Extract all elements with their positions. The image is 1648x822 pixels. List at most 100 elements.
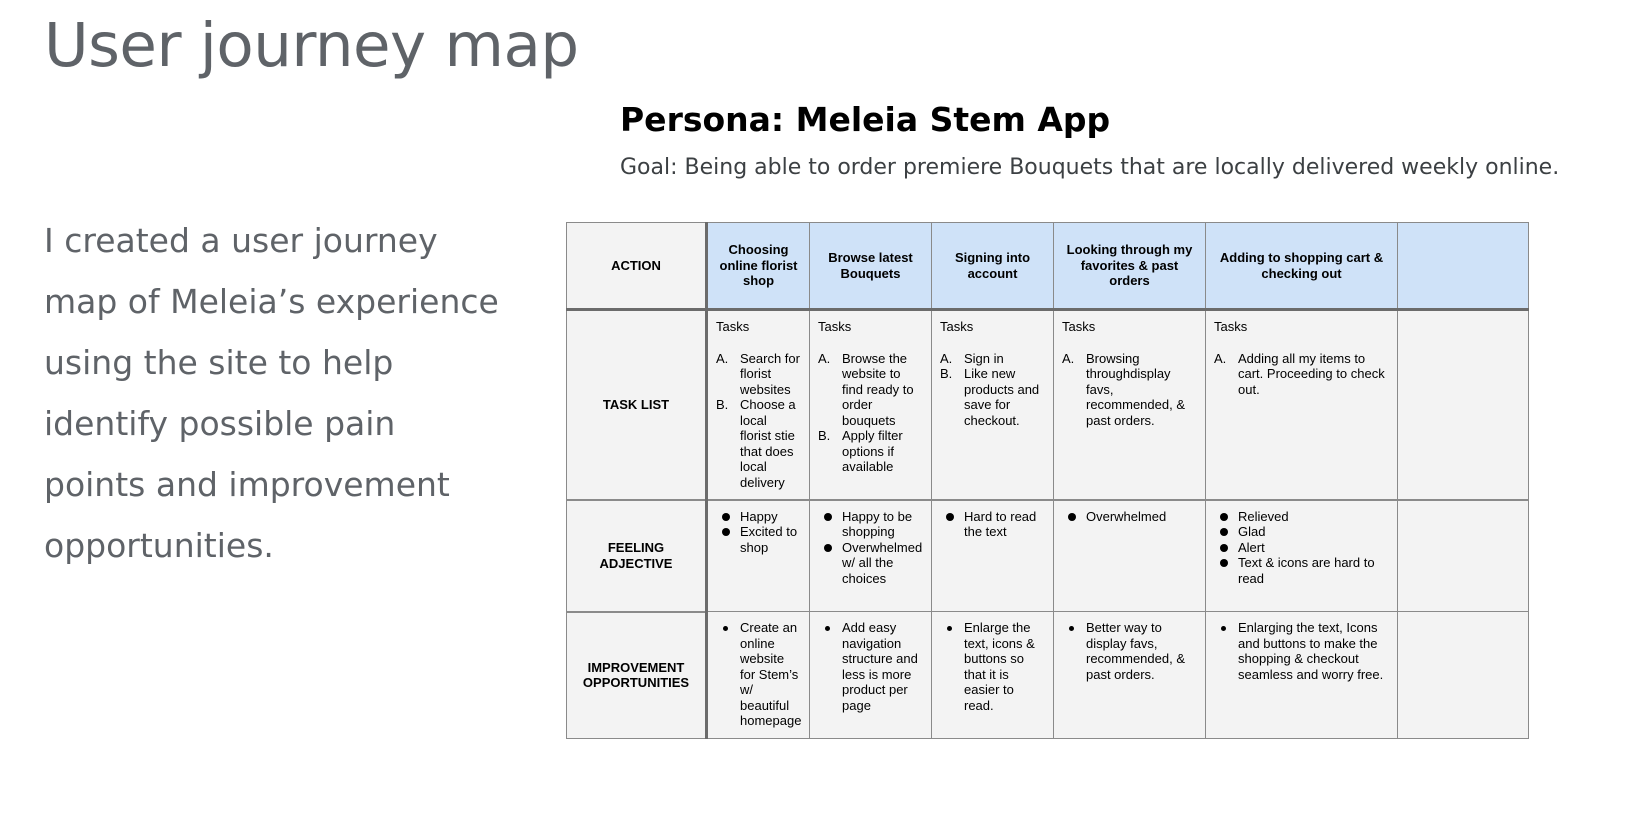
row-label-task-list: TASK LIST <box>566 309 708 501</box>
action-cell: Looking through my favorites & past orde… <box>1053 222 1206 311</box>
improvement-item: Add easy navigation structure and less i… <box>818 620 923 713</box>
task-marker: A. <box>1214 350 1227 366</box>
feeling-cell: Overwhelmed <box>1053 499 1206 612</box>
improvement-item: Better way to display favs, recommended,… <box>1062 620 1197 682</box>
journey-map-table: ACTION Choosing online florist shop Brow… <box>566 222 1529 739</box>
feeling-list: Overwhelmed <box>1062 509 1197 525</box>
feeling-item: Glad <box>1214 524 1389 540</box>
task-list: A. Browsing throughdisplay favs, recommen… <box>1062 351 1197 429</box>
task-item: A. Sign in <box>940 351 1045 367</box>
action-cell: Adding to shopping cart & checking out <box>1205 222 1398 311</box>
tasks-label: Tasks <box>818 319 852 334</box>
task-text: Adding all my items to cart. Proceeding … <box>1238 350 1385 397</box>
task-cell: Tasks A. Search for florist websites B. Ch… <box>706 309 810 501</box>
feeling-list: Hard to read the text <box>940 509 1045 540</box>
task-text: Like new products and save for checkout. <box>964 366 1040 428</box>
row-label-feeling: FEELING ADJECTIVE <box>566 499 708 613</box>
empty-task-cell <box>1397 309 1529 501</box>
empty-action-cell <box>1397 222 1529 311</box>
feeling-cell: Relieved Glad Alert Text & icons are har… <box>1205 499 1398 612</box>
improvement-list: Better way to display favs, recommended,… <box>1062 620 1197 682</box>
intro-paragraph: I created a user journey map of Meleia’s… <box>44 221 499 565</box>
task-item: A. Browse the website to find ready to or… <box>818 351 923 429</box>
action-cell: Choosing online florist shop <box>706 222 810 311</box>
action-cell: Signing into account <box>931 222 1054 311</box>
task-item: B. Like new products and save for checkou… <box>940 366 1045 428</box>
feeling-cell: Hard to read the text <box>931 499 1054 612</box>
feeling-item: Overwhelmed <box>1062 509 1197 525</box>
task-text: Apply filter options if available <box>842 428 903 474</box>
task-cell: Tasks A. Adding all my items to cart. Pro… <box>1205 309 1398 501</box>
task-list: A. Search for florist websites B. Choose a… <box>716 351 801 491</box>
improvement-cell: Add easy navigation structure and less i… <box>809 611 932 739</box>
task-item: B. Choose a local florist stie that does … <box>716 397 801 490</box>
persona-title: Persona: Meleia Stem App <box>620 100 1111 139</box>
improvement-cell: Enlarge the text, icons & buttons so tha… <box>931 611 1054 739</box>
task-marker: B. <box>818 428 831 443</box>
improvement-list: Create an online website for Stem’s w/ b… <box>716 620 801 729</box>
task-cell: Tasks A. Browsing throughdisplay favs, re… <box>1053 309 1206 501</box>
improvement-item: Create an online website for Stem’s w/ b… <box>716 620 801 729</box>
task-cell: Tasks A. Sign in B. Like new products and … <box>931 309 1054 501</box>
task-marker: B. <box>940 366 953 381</box>
row-label-action: ACTION <box>566 222 708 311</box>
improvement-cell: Enlarging the text, Icons and buttons to… <box>1205 611 1398 739</box>
feeling-item: Hard to read the text <box>940 509 1045 540</box>
feeling-item: Overwhelmed w/ all the choices <box>818 540 923 587</box>
row-label-line: OPPORTUNITIES <box>582 675 690 691</box>
task-marker: A. <box>818 350 831 366</box>
empty-improvement-cell <box>1397 611 1529 739</box>
task-text: Search for florist websites <box>740 350 800 397</box>
task-list-row: TASK LIST Tasks A. Search for florist web… <box>566 309 1529 501</box>
task-item: A. Search for florist websites <box>716 351 801 398</box>
feeling-list: Happy Excited to shop <box>716 509 801 556</box>
task-text: Sign in <box>964 350 1004 366</box>
task-marker: A. <box>1062 350 1075 366</box>
tasks-label: Tasks <box>940 319 974 334</box>
improvement-list: Enlarge the text, icons & buttons so tha… <box>940 620 1045 713</box>
task-item: A. Adding all my items to cart. Proceedin… <box>1214 351 1389 398</box>
task-item: B. Apply filter options if available <box>818 428 923 475</box>
improvement-item: Enlarging the text, Icons and buttons to… <box>1214 620 1389 682</box>
task-item: A. Browsing throughdisplay favs, recommen… <box>1062 351 1197 429</box>
persona-goal: Goal: Being able to order premiere Bouqu… <box>620 155 1560 180</box>
improvement-cell: Better way to display favs, recommended,… <box>1053 611 1206 739</box>
improvement-item: Enlarge the text, icons & buttons so tha… <box>940 620 1045 713</box>
action-row: ACTION Choosing online florist shop Brow… <box>566 222 1529 311</box>
feeling-item: Alert <box>1214 540 1389 556</box>
feeling-cell: Happy Excited to shop <box>706 499 810 612</box>
feeling-row: FEELING ADJECTIVE Happy Excited to shop … <box>566 499 1529 613</box>
tasks-label: Tasks <box>1214 319 1248 334</box>
task-marker: B. <box>716 397 729 412</box>
feeling-item: Text & icons are hard to read <box>1214 555 1389 586</box>
task-marker: A. <box>940 350 953 366</box>
task-list: A. Browse the website to find ready to or… <box>818 351 923 475</box>
task-cell: Tasks A. Browse the website to find ready… <box>809 309 932 501</box>
row-label-line: ADJECTIVE <box>599 555 673 571</box>
improvement-cell: Create an online website for Stem’s w/ b… <box>706 611 810 739</box>
improvement-list: Enlarging the text, Icons and buttons to… <box>1214 620 1389 682</box>
feeling-list: Happy to be shopping Overwhelmed w/ all … <box>818 509 923 587</box>
feeling-item: Happy to be shopping <box>818 509 923 540</box>
task-text: Browsing throughdisplay favs, recommende… <box>1086 350 1185 428</box>
action-cell: Browse latest Bouquets <box>809 222 932 311</box>
empty-feeling-cell <box>1397 499 1529 612</box>
tasks-label: Tasks <box>1062 319 1096 334</box>
feeling-list: Relieved Glad Alert Text & icons are har… <box>1214 509 1389 587</box>
feeling-item: Excited to shop <box>716 524 801 555</box>
tasks-label: Tasks <box>716 319 750 334</box>
task-list: A. Sign in B. Like new products and save f… <box>940 351 1045 429</box>
feeling-cell: Happy to be shopping Overwhelmed w/ all … <box>809 499 932 612</box>
row-label-line: FEELING <box>607 540 665 555</box>
row-label-improvement: IMPROVEMENT OPPORTUNITIES <box>566 611 708 739</box>
slide-title: User journey map <box>44 10 579 81</box>
task-marker: A. <box>716 350 729 366</box>
task-text: Browse the website to find ready to orde… <box>842 350 914 428</box>
row-label-line: IMPROVEMENT <box>587 659 685 675</box>
task-text: Choose a local florist stie that does lo… <box>740 397 796 490</box>
feeling-item: Happy <box>716 509 801 525</box>
feeling-item: Relieved <box>1214 509 1389 525</box>
improvement-row: IMPROVEMENT OPPORTUNITIES Create an onli… <box>566 611 1529 739</box>
improvement-list: Add easy navigation structure and less i… <box>818 620 923 713</box>
task-list: A. Adding all my items to cart. Proceedin… <box>1214 351 1389 398</box>
